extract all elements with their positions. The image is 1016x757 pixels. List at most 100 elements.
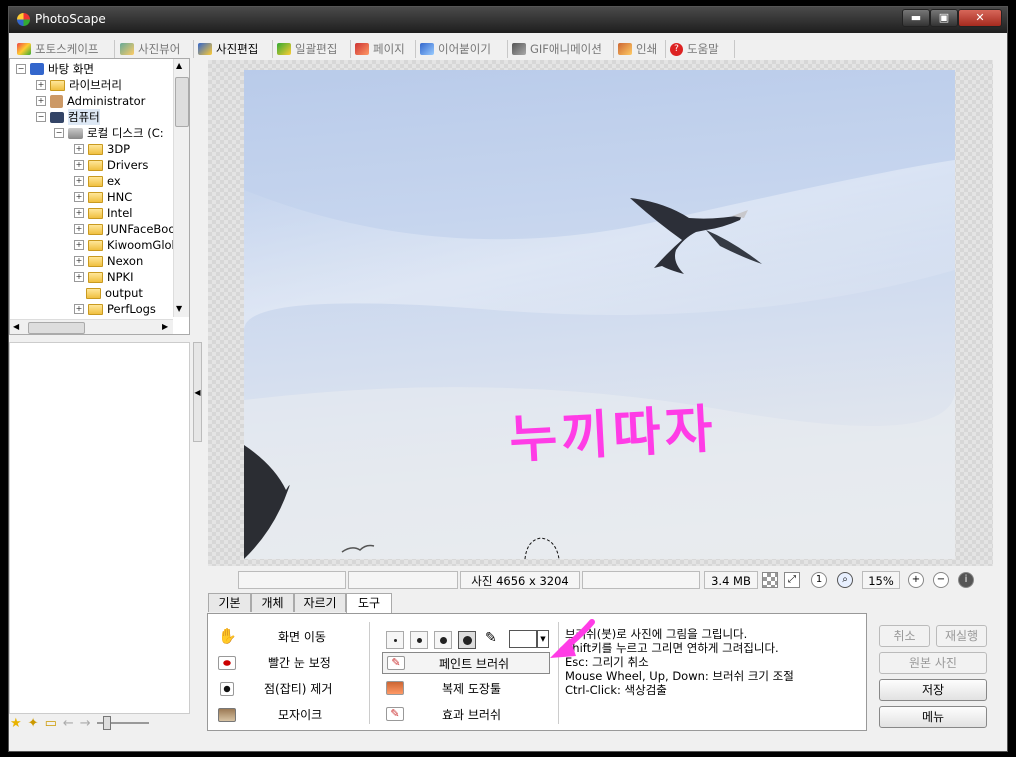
brush-color-swatch[interactable] <box>509 630 537 648</box>
subtab-basic[interactable]: 기본 <box>208 593 251 612</box>
transparency-toggle-icon[interactable] <box>762 572 778 588</box>
tree-item-folder[interactable]: + Drivers <box>74 157 148 173</box>
tab-editor[interactable]: 사진편집 <box>198 39 258 59</box>
tree-vertical-scrollbar[interactable]: ▲ ▼ <box>173 59 189 317</box>
photo-image[interactable]: 누끼따자 <box>244 70 955 559</box>
tab-photoscape[interactable]: 포토스케이프 <box>17 39 98 59</box>
tool-clone-stamp[interactable]: 복제 도장툴 <box>382 678 550 700</box>
tool-red-eye[interactable]: 빨간 눈 보정 <box>218 652 368 674</box>
slider-handle[interactable] <box>102 716 111 730</box>
expand-icon[interactable]: + <box>74 256 84 266</box>
tree-item-computer[interactable]: − 컴퓨터 <box>36 109 100 125</box>
scroll-up-icon[interactable]: ▲ <box>176 61 182 70</box>
tab-gif[interactable]: GIF애니메이션 <box>512 39 602 59</box>
tree-item-folder[interactable]: + Intel <box>74 205 132 221</box>
expand-icon[interactable]: + <box>74 208 84 218</box>
tab-batch[interactable]: 일괄편집 <box>277 39 337 59</box>
subtab-crop[interactable]: 자르기 <box>294 593 346 612</box>
expand-icon[interactable]: + <box>74 160 84 170</box>
subtab-object[interactable]: 개체 <box>251 593 294 612</box>
folder-icon <box>88 303 103 315</box>
expand-icon[interactable]: + <box>74 272 84 282</box>
title-bar[interactable]: PhotoScape ▬ ▣ ✕ <box>9 7 1007 33</box>
favorite-star-icon[interactable]: ★ <box>10 716 22 731</box>
back-arrow-icon[interactable]: ← <box>63 716 74 731</box>
scroll-down-icon[interactable]: ▼ <box>176 304 182 313</box>
tree-item-folder[interactable]: + ex <box>74 173 121 189</box>
expand-icon[interactable]: + <box>36 96 46 106</box>
effect-brush-icon: ✎ <box>386 707 404 721</box>
tab-divider <box>350 40 351 58</box>
forward-arrow-icon[interactable]: → <box>80 716 91 731</box>
tool-mosaic[interactable]: 모자이크 <box>218 704 368 726</box>
minimize-button[interactable]: ▬ <box>902 9 930 27</box>
zoom-fit-icon[interactable]: ⌕ <box>837 572 853 588</box>
image-info-bar: 사진 4656 x 3204 3.4 MB ⤢ 1 ⌕ 15% + − i <box>208 570 993 592</box>
thumbnail-size-slider[interactable] <box>96 716 149 730</box>
brush-size-3[interactable] <box>434 631 452 649</box>
tree-item-folder[interactable]: + HNC <box>74 189 132 205</box>
tool-pan[interactable]: ✋ 화면 이동 <box>218 626 368 648</box>
tree-item-local-disk[interactable]: − 로컬 디스크 (C: <box>54 125 164 141</box>
scroll-right-icon[interactable]: ▶ <box>162 322 168 331</box>
info-icon[interactable]: i <box>958 572 974 588</box>
tab-help[interactable]: ? 도움말 <box>670 39 719 59</box>
redo-button[interactable]: 재실행 <box>936 625 987 647</box>
expand-icon[interactable]: + <box>74 192 84 202</box>
tab-combine[interactable]: 이어붙이기 <box>420 39 491 59</box>
brush-size-2[interactable] <box>410 631 428 649</box>
subtab-tools[interactable]: 도구 <box>346 593 392 614</box>
tool-paint-brush[interactable]: ✎ 페인트 브러쉬 <box>382 652 550 674</box>
tree-item-folder[interactable]: output <box>86 285 143 301</box>
scroll-left-icon[interactable]: ◀ <box>13 322 19 331</box>
favorites-list-icon[interactable]: ✦ <box>28 716 39 731</box>
brush-size-1[interactable] <box>386 631 404 649</box>
tab-print[interactable]: 인쇄 <box>618 39 657 59</box>
expand-icon[interactable]: + <box>74 176 84 186</box>
save-button[interactable]: 저장 <box>879 679 987 701</box>
tree-item-folder[interactable]: + PerfLogs <box>74 301 156 317</box>
tree-item-desktop[interactable]: − 바탕 화면 <box>16 61 94 77</box>
zoom-in-icon[interactable]: + <box>908 572 924 588</box>
brush-size-4[interactable] <box>458 631 476 649</box>
original-photo-button[interactable]: 원본 사진 <box>879 652 987 674</box>
tree-item-folder[interactable]: + NPKI <box>74 269 133 285</box>
fit-screen-icon[interactable]: ⤢ <box>784 572 800 588</box>
scroll-thumb[interactable] <box>175 77 189 127</box>
annotation-arrow <box>550 619 595 658</box>
tree-item-folder[interactable]: + Nexon <box>74 253 143 269</box>
clone-stamp-icon <box>386 681 404 695</box>
tree-item-folder[interactable]: + JUNFaceBoo <box>74 221 175 237</box>
expand-icon[interactable]: + <box>74 144 84 154</box>
maximize-button[interactable]: ▣ <box>930 9 958 27</box>
expand-icon[interactable]: + <box>74 240 84 250</box>
tool-spot-removal[interactable]: 점(잡티) 제거 <box>218 678 368 700</box>
collapse-icon[interactable]: − <box>16 64 26 74</box>
expand-icon[interactable]: + <box>74 224 84 234</box>
tree-horizontal-scrollbar[interactable]: ◀ ▶ <box>10 319 173 334</box>
tree-item-folder[interactable]: + KiwoomGlob <box>74 237 179 253</box>
zoom-out-icon[interactable]: − <box>933 572 949 588</box>
open-folder-icon[interactable]: ▭ <box>45 716 57 731</box>
panel-collapse-handle[interactable]: ◀ <box>193 342 202 442</box>
undo-button[interactable]: 취소 <box>879 625 930 647</box>
tree-item-library[interactable]: + 라이브러리 <box>36 77 122 93</box>
tab-viewer[interactable]: 사진뷰어 <box>120 39 180 59</box>
expand-icon[interactable]: + <box>74 304 84 314</box>
close-button[interactable]: ✕ <box>958 9 1002 27</box>
eyedropper-icon[interactable]: ✎ <box>485 630 497 646</box>
collapse-icon[interactable]: − <box>54 128 64 138</box>
folder-tree[interactable]: − 바탕 화면 + 라이브러리 + Administrator − 컴퓨터 − 로컬 디스… <box>9 58 190 335</box>
tab-divider <box>734 40 735 58</box>
menu-button[interactable]: 메뉴 <box>879 706 987 728</box>
tool-effect-brush[interactable]: ✎ 효과 브러쉬 <box>382 704 550 726</box>
collapse-icon[interactable]: − <box>36 112 46 122</box>
expand-icon[interactable]: + <box>36 80 46 90</box>
tab-page[interactable]: 페이지 <box>355 39 405 59</box>
tree-item-folder[interactable]: +3DP <box>74 141 130 157</box>
folder-icon <box>88 239 103 251</box>
actual-size-icon[interactable]: 1 <box>811 572 827 588</box>
scroll-thumb[interactable] <box>28 322 85 334</box>
folder-icon <box>86 287 101 299</box>
tree-item-administrator[interactable]: + Administrator <box>36 93 145 109</box>
